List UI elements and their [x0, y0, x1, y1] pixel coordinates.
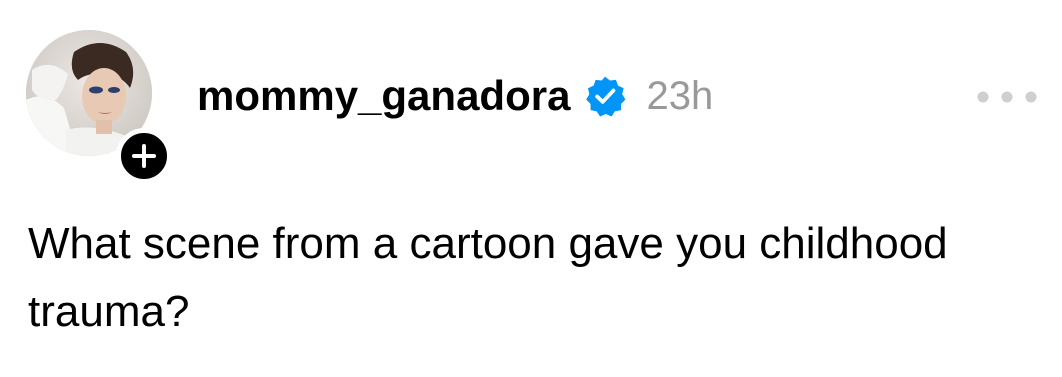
post-header: mommy_ganadora 23h — [197, 68, 713, 124]
username-link[interactable]: mommy_ganadora — [197, 72, 570, 120]
post-timestamp: 23h — [646, 73, 714, 118]
follow-button[interactable] — [116, 128, 172, 184]
author-avatar-group — [26, 30, 172, 184]
post-body-text: What scene from a cartoon gave you child… — [28, 219, 948, 336]
verified-badge-icon — [586, 76, 626, 117]
more-horizontal-icon[interactable] — [974, 86, 1040, 108]
plus-icon — [132, 144, 156, 168]
thread-post: mommy_ganadora 23h What scene from a car… — [0, 0, 1062, 377]
